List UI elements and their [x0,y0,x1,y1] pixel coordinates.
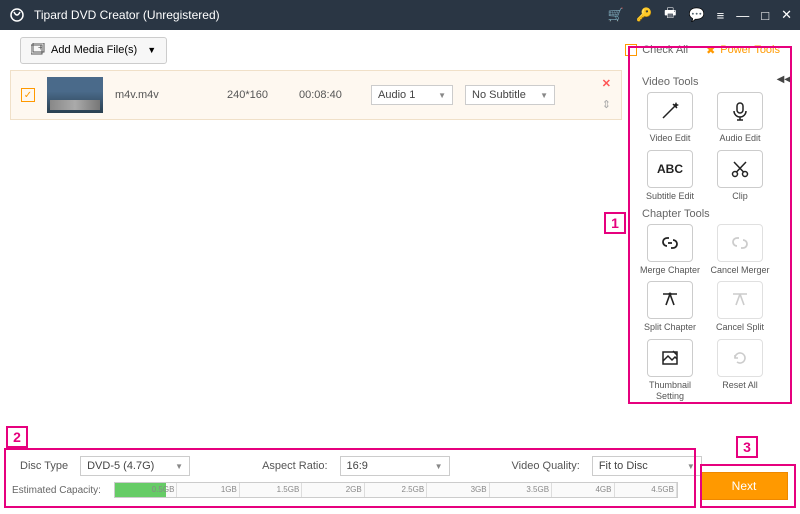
chevron-down-icon: ▼ [435,462,443,471]
add-media-button[interactable]: + Add Media File(s) ▼ [20,37,167,64]
file-list: ✓ m4v.m4v 240*160 00:08:40 Audio 1 ▼ No … [0,70,632,450]
abc-icon: ABC [647,150,693,188]
quality-label: Video Quality: [512,460,580,472]
sort-icon[interactable]: ⇕ [602,98,611,111]
chapter-tools-title: Chapter Tools [642,208,794,220]
file-row[interactable]: ✓ m4v.m4v 240*160 00:08:40 Audio 1 ▼ No … [10,70,622,120]
file-checkbox[interactable]: ✓ [21,88,35,102]
file-duration: 00:08:40 [299,89,359,101]
mic-icon [717,92,763,130]
split-icon [647,281,693,319]
key-icon[interactable]: 🔑 [636,7,652,23]
print-icon[interactable]: 🖶 [664,4,676,26]
next-button[interactable]: Next [700,472,788,500]
clip-tool[interactable]: Clip [708,150,772,202]
add-media-label: Add Media File(s) [51,44,137,56]
window-title: Tipard DVD Creator (Unregistered) [34,8,608,22]
maximize-icon[interactable]: □ [761,8,769,23]
aspect-ratio-dropdown[interactable]: 16:9 ▼ [340,456,450,476]
bottom-bar: Disc Type DVD-5 (4.7G) ▼ Aspect Ratio: 1… [0,450,800,514]
collapse-panel-icon[interactable]: ◀◀ [777,74,792,85]
check-all-label: Check All [642,44,688,56]
chevron-down-icon: ▼ [540,91,548,100]
thumbnail-setting-tool[interactable]: Thumbnail Setting [638,339,702,400]
scissors-icon [717,150,763,188]
add-media-icon: + [31,43,45,58]
image-icon [647,339,693,377]
chevron-down-icon: ▼ [687,462,695,471]
split-cancel-icon [717,281,763,319]
subtitle-edit-tool[interactable]: ABC Subtitle Edit [638,150,702,202]
close-icon[interactable]: ✕ [781,7,792,23]
capacity-ticks: 0.5GB 1GB 1.5GB 2GB 2.5GB 3GB 3.5GB 4GB … [115,483,677,497]
merge-chapter-tool[interactable]: Merge Chapter [638,224,702,276]
cart-icon[interactable]: 🛒 [608,7,624,23]
link-broken-icon [717,224,763,262]
aspect-label: Aspect Ratio: [262,460,327,472]
annotation-label-3: 3 [736,436,758,458]
chevron-down-icon: ▼ [147,45,156,55]
wrench-icon: ✖ [706,44,715,57]
capacity-bar: 0.5GB 1GB 1.5GB 2GB 2.5GB 3GB 3.5GB 4GB … [114,482,678,498]
power-tools-button[interactable]: ✖ Power Tools [706,44,780,57]
link-icon [647,224,693,262]
minimize-icon[interactable]: — [736,8,749,23]
capacity-label: Estimated Capacity: [12,485,114,496]
disc-type-label: Disc Type [20,460,68,472]
subtitle-dropdown[interactable]: No Subtitle ▼ [465,85,555,105]
reset-icon [717,339,763,377]
audio-selected: Audio 1 [378,89,415,101]
audio-dropdown[interactable]: Audio 1 ▼ [371,85,453,105]
split-chapter-tool[interactable]: Split Chapter [638,281,702,333]
svg-text:+: + [38,43,43,52]
checkbox-icon [625,44,637,56]
file-resolution: 240*160 [227,89,287,101]
file-name: m4v.m4v [115,89,215,101]
chevron-down-icon: ▼ [438,91,446,100]
toolbar: + Add Media File(s) ▼ Check All ✖ Power … [0,30,800,70]
chevron-down-icon: ▼ [175,462,183,471]
side-panel: ◀◀ Video Tools Video Edit Audio Edit ABC… [632,70,800,450]
menu-icon[interactable]: ≡ [717,8,725,23]
annotation-label-1: 1 [604,212,626,234]
check-all-button[interactable]: Check All [625,44,688,56]
subtitle-selected: No Subtitle [472,89,526,101]
video-thumbnail [47,77,103,113]
cancel-merge-tool[interactable]: Cancel Merger [708,224,772,276]
remove-file-icon[interactable]: ✕ [602,77,611,90]
app-logo-icon [8,6,26,24]
video-tools-title: Video Tools [642,76,794,88]
reset-all-tool[interactable]: Reset All [708,339,772,400]
chat-icon[interactable]: 💬 [688,7,704,23]
cancel-split-tool[interactable]: Cancel Split [708,281,772,333]
video-edit-tool[interactable]: Video Edit [638,92,702,144]
power-tools-label: Power Tools [720,44,780,56]
wand-icon [647,92,693,130]
disc-type-dropdown[interactable]: DVD-5 (4.7G) ▼ [80,456,190,476]
annotation-label-2: 2 [6,426,28,448]
titlebar: Tipard DVD Creator (Unregistered) 🛒 🔑 🖶 … [0,0,800,30]
audio-edit-tool[interactable]: Audio Edit [708,92,772,144]
video-quality-dropdown[interactable]: Fit to Disc ▼ [592,456,702,476]
